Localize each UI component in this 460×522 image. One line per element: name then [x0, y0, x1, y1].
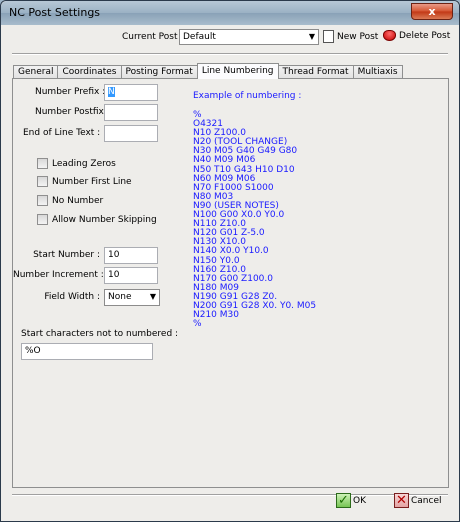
- cross-icon: ✕: [394, 493, 409, 508]
- example-code-list: % O4321 N10 Z100.0 N20 (TOOL CHANGE) N30…: [193, 110, 316, 330]
- delete-icon: [383, 30, 396, 41]
- title-bar[interactable]: NC Post Settings x: [1, 1, 459, 25]
- tab-line-numbering[interactable]: Line Numbering: [196, 63, 279, 79]
- allow-number-skipping-checkbox[interactable]: Allow Number Skipping: [37, 214, 157, 225]
- number-postfix-label: Number Postfix :: [35, 107, 110, 117]
- no-number-label: No Number: [52, 195, 104, 206]
- end-of-line-input[interactable]: [104, 125, 158, 142]
- number-postfix-input[interactable]: [104, 104, 158, 121]
- ok-button[interactable]: ✓ OK: [336, 493, 366, 508]
- number-prefix-input[interactable]: N: [104, 84, 158, 101]
- end-of-line-label: End of Line Text :: [23, 128, 101, 138]
- number-first-line-label: Number First Line: [52, 176, 132, 187]
- close-button[interactable]: x: [411, 3, 453, 20]
- number-increment-label: Number Increment :: [13, 270, 104, 280]
- chevron-down-icon: ▼: [308, 32, 315, 41]
- tab-multiaxis[interactable]: Multiaxis: [352, 65, 403, 79]
- delete-post-button[interactable]: Delete Post: [383, 30, 450, 41]
- number-increment-input[interactable]: 10: [104, 267, 158, 284]
- example-title: Example of numbering :: [193, 91, 302, 101]
- number-prefix-value: N: [108, 87, 115, 97]
- start-characters-label: Start characters not to numbered :: [21, 329, 179, 339]
- checkbox-box: [37, 158, 48, 169]
- tab-general[interactable]: General: [13, 65, 59, 79]
- ok-label: OK: [353, 495, 366, 506]
- field-width-select[interactable]: None ▼: [104, 289, 160, 306]
- new-post-label: New Post: [337, 31, 379, 42]
- code-line: %: [193, 319, 202, 330]
- start-number-value: 10: [108, 250, 120, 260]
- start-number-label: Start Number :: [33, 250, 100, 260]
- no-number-checkbox[interactable]: No Number: [37, 195, 103, 206]
- tab-strip: General Coordinates Posting Format Line …: [13, 63, 403, 79]
- leading-zeros-label: Leading Zeros: [52, 158, 116, 169]
- number-prefix-label: Number Prefix :: [35, 87, 106, 97]
- checkbox-box: [37, 195, 48, 206]
- toolbar-divider: [12, 53, 448, 55]
- field-width-value: None: [108, 292, 132, 302]
- line-numbering-panel: Number Prefix : N Number Postfix : End o…: [12, 78, 449, 488]
- allow-number-skipping-label: Allow Number Skipping: [52, 214, 157, 225]
- tab-coordinates[interactable]: Coordinates: [57, 65, 122, 79]
- current-post-label: Current Post -: [122, 32, 184, 42]
- current-post-value: Default: [183, 32, 216, 42]
- checkbox-box: [37, 214, 48, 225]
- dialog-body: Current Post - Default ▼ New Post Delete…: [8, 25, 452, 515]
- new-post-button[interactable]: New Post: [323, 30, 378, 43]
- window-title: NC Post Settings: [9, 6, 101, 19]
- number-increment-value: 10: [108, 270, 120, 280]
- start-characters-input[interactable]: %O: [21, 343, 153, 360]
- cancel-label: Cancel: [411, 495, 442, 506]
- start-number-input[interactable]: 10: [104, 247, 158, 264]
- code-line: N210 M30: [193, 310, 239, 321]
- checkmark-icon: ✓: [336, 493, 351, 508]
- nc-post-settings-window: NC Post Settings x Current Post - Defaul…: [0, 0, 460, 522]
- field-width-label: Field Width :: [44, 292, 100, 302]
- current-post-select[interactable]: Default ▼: [179, 29, 319, 45]
- tab-posting-format[interactable]: Posting Format: [120, 65, 198, 79]
- button-divider: [12, 494, 448, 496]
- delete-post-label: Delete Post: [399, 30, 451, 41]
- new-document-icon: [323, 30, 334, 43]
- cancel-button[interactable]: ✕ Cancel: [394, 493, 442, 508]
- tab-thread-format[interactable]: Thread Format: [277, 65, 354, 79]
- checkbox-box: [37, 176, 48, 187]
- chevron-down-icon: ▼: [149, 292, 156, 301]
- number-first-line-checkbox[interactable]: Number First Line: [37, 176, 132, 187]
- start-characters-value: %O: [25, 346, 41, 356]
- leading-zeros-checkbox[interactable]: Leading Zeros: [37, 158, 116, 169]
